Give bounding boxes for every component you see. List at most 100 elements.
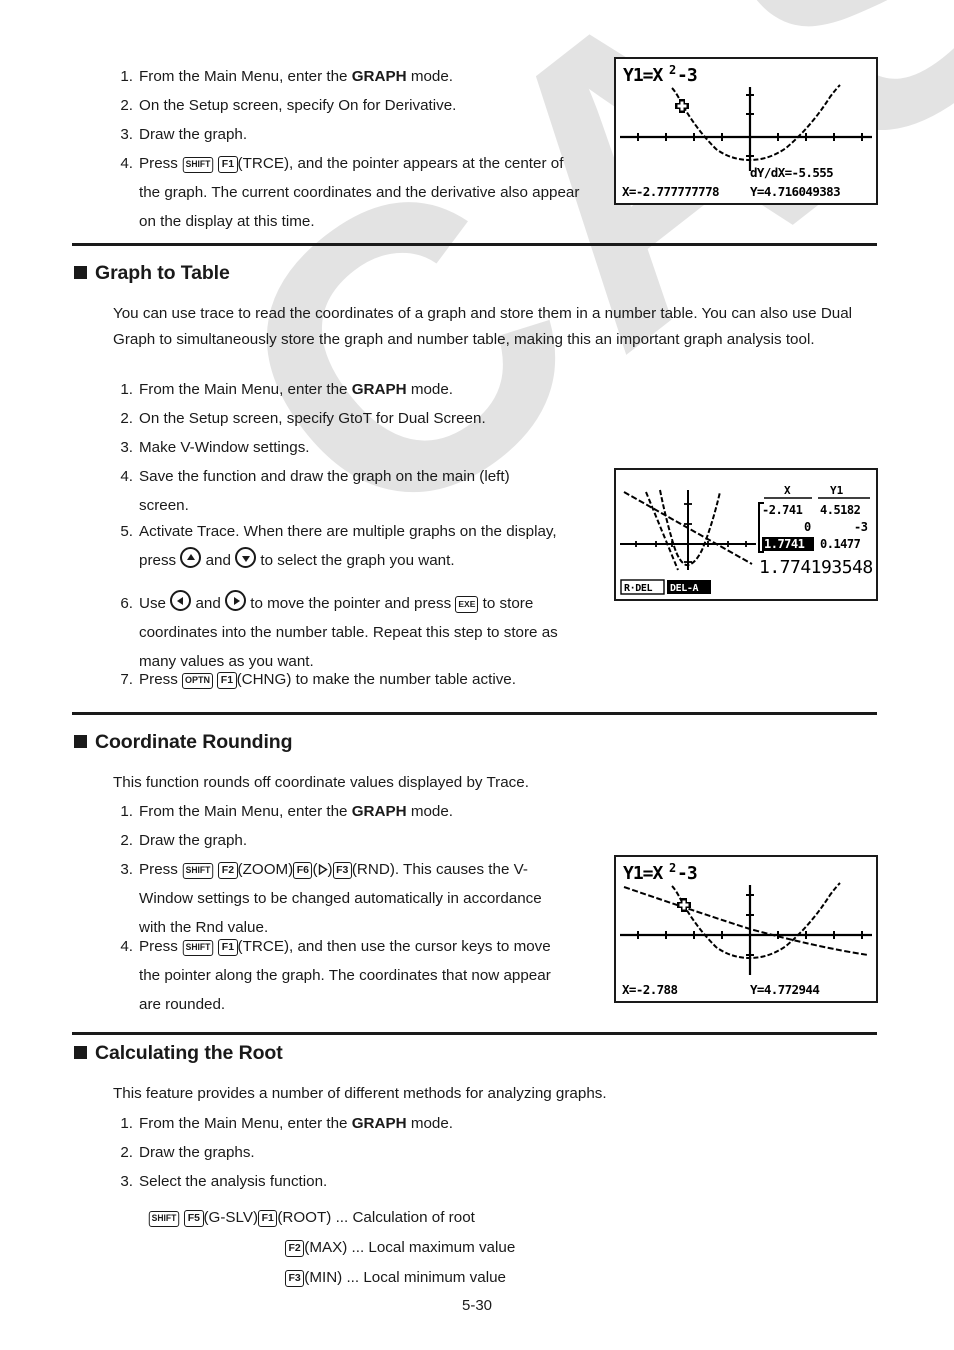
svg-text:dY/dX=-5.555: dY/dX=-5.555 — [750, 165, 833, 180]
optn-key[interactable]: OPTN — [182, 672, 214, 689]
svg-text:1.7741: 1.7741 — [764, 537, 805, 551]
gslv-label: (G-SLV) — [203, 1209, 259, 1226]
f1-key[interactable]: F1 — [218, 156, 238, 173]
list-item: 3. Select the analysis function. — [113, 1167, 583, 1196]
shift-key[interactable]: SHIFT — [148, 1210, 180, 1227]
bullet-square-icon — [74, 1046, 87, 1059]
list-text: Select the analysis function. — [139, 1173, 328, 1190]
svg-text:R·DEL: R·DEL — [624, 583, 652, 594]
max-label: (MAX) — [304, 1239, 348, 1256]
trace-pointer — [675, 99, 689, 113]
mode-name: GRAPH — [351, 1115, 407, 1132]
svg-text:1.774193548: 1.774193548 — [759, 557, 873, 578]
heading-text: Calculating the Root — [95, 1042, 283, 1064]
exe-key[interactable]: EXE — [455, 596, 479, 613]
list-text-post: mode. — [406, 68, 454, 85]
svg-text:0: 0 — [804, 520, 811, 534]
shift-key[interactable]: SHIFT — [182, 939, 214, 956]
key-sequence-root: SHIFT F5 (G-SLV) F1 (ROOT) ... Calculation … — [148, 1203, 475, 1233]
list-item: 5. Activate Trace. When there are multip… — [113, 517, 568, 575]
list-text: From the Main Menu, enter the — [139, 1115, 352, 1132]
f6-key[interactable]: F6 — [293, 862, 313, 879]
svg-text:X=-2.777777778: X=-2.777777778 — [622, 184, 719, 199]
bullet-square-icon — [74, 266, 87, 279]
list-text: From the Main Menu, enter the — [139, 803, 352, 820]
cursor-up-key-icon[interactable] — [180, 547, 202, 568]
section-paragraph: You can use trace to read the coordinate… — [113, 305, 853, 348]
shift-key[interactable]: SHIFT — [182, 156, 214, 173]
svg-text:-3: -3 — [677, 863, 697, 884]
heading-text: Coordinate Rounding — [95, 731, 293, 753]
svg-text:-2.741: -2.741 — [762, 503, 803, 517]
f2-key[interactable]: F2 — [218, 862, 238, 879]
list-number: 4. — [120, 938, 133, 955]
svg-text:-3: -3 — [854, 520, 868, 534]
list-item: 4. Save the function and draw the graph … — [113, 462, 533, 520]
zoom-label: (ZOOM) — [237, 861, 294, 878]
list-item: 2. Draw the graphs. — [113, 1138, 583, 1167]
section-paragraph: This function rounds off coordinate valu… — [113, 774, 529, 791]
list-item: 3. Make V-Window settings. — [113, 433, 583, 462]
svg-text:Y1=X: Y1=X — [623, 65, 664, 86]
f1-key[interactable]: F1 — [218, 939, 238, 956]
list-text: Draw the graph. — [139, 126, 248, 143]
f2-key[interactable]: F2 — [285, 1240, 305, 1257]
lcd-dual-graph-table: X Y1 -2.741 4.5182 0 -3 1.7741 0.1477 1.… — [620, 484, 873, 595]
cursor-right-key-icon[interactable] — [225, 590, 247, 611]
list-item: 1. From the Main Menu, enter the GRAPH m… — [113, 797, 583, 826]
svg-text:DEL-A: DEL-A — [670, 583, 698, 594]
list-text-mid: and — [201, 552, 236, 569]
list-number: 3. — [120, 126, 133, 143]
svg-text:Y1=X: Y1=X — [623, 863, 664, 884]
lcd-screen-coordinate-rounding: Y1=X 2 -3 X=-2.788 Y=4.772944 — [614, 855, 878, 1003]
list-item: 4. Press SHIFT F1 (TRCE), and the pointer… — [113, 149, 583, 236]
mode-name: GRAPH — [351, 803, 407, 820]
f3-key[interactable]: F3 — [332, 862, 352, 879]
list-item: 1. From the Main Menu, enter the GRAPH m… — [113, 375, 583, 404]
svg-text:2: 2 — [669, 63, 676, 77]
list-item: 3. Draw the graph. — [113, 120, 583, 149]
f5-key[interactable]: F5 — [184, 1210, 204, 1227]
manual-page: 1. From the Main Menu, enter the GRAPH m… — [0, 0, 954, 1350]
list-number: 6. — [120, 595, 133, 612]
list-number: 2. — [120, 410, 133, 427]
list-number: 2. — [120, 97, 133, 114]
list-text: Use — [139, 595, 171, 612]
list-item: 2. On the Setup screen, specify GtoT for… — [113, 404, 583, 433]
list-text-post: mode. — [406, 1115, 454, 1132]
list-text: Press — [139, 155, 183, 172]
section-heading-coordinate-rounding: Coordinate Rounding — [74, 731, 293, 754]
list-text: From the Main Menu, enter the — [139, 68, 352, 85]
section-heading-calculating-the-root: Calculating the Root — [74, 1042, 283, 1065]
key-sequence-max: F2 (MAX) ... Local maximum value — [285, 1233, 515, 1263]
cursor-left-key-icon[interactable] — [170, 590, 192, 611]
f1-key[interactable]: F1 — [258, 1210, 278, 1227]
list-text: Press — [139, 671, 183, 688]
list-text-mid2: to move the pointer and press — [246, 595, 456, 612]
list-item: 4. Press SHIFT F1 (TRCE), and then use th… — [113, 932, 573, 1019]
f1-key[interactable]: F1 — [217, 672, 237, 689]
mode-name: GRAPH — [351, 68, 407, 85]
lcd-graph-coordinate-rounding: Y1=X 2 -3 X=-2.788 Y=4.772944 — [620, 861, 872, 997]
list-text-post: mode. — [406, 381, 454, 398]
list-text-post: (CHNG) to make the number table active. — [236, 671, 516, 688]
lcd-graph-trace-derivative: Y1=X 2 -3 dY/dX=-5.555 X=-2.777777778 Y=… — [620, 63, 872, 199]
list-text: Press — [139, 938, 183, 955]
cursor-down-key-icon[interactable] — [235, 547, 257, 568]
section-divider — [72, 243, 877, 246]
page-number: 5-30 — [461, 1297, 493, 1314]
list-number: 1. — [120, 1115, 133, 1132]
list-number: 3. — [120, 861, 133, 878]
list-text: Draw the graph. — [139, 832, 248, 849]
list-number: 1. — [120, 803, 133, 820]
svg-text:2: 2 — [669, 861, 676, 875]
list-text-post: mode. — [406, 803, 454, 820]
f3-key[interactable]: F3 — [285, 1270, 305, 1287]
right-triangle-icon — [318, 864, 328, 875]
list-item: 1. From the Main Menu, enter the GRAPH m… — [113, 1109, 583, 1138]
shift-key[interactable]: SHIFT — [182, 862, 214, 879]
bullet-square-icon — [74, 735, 87, 748]
list-item: 2. Draw the graph. — [113, 826, 583, 855]
svg-text:Y=4.716049383: Y=4.716049383 — [750, 184, 840, 199]
lcd-screen-graph-to-table: X Y1 -2.741 4.5182 0 -3 1.7741 0.1477 1.… — [614, 468, 878, 601]
